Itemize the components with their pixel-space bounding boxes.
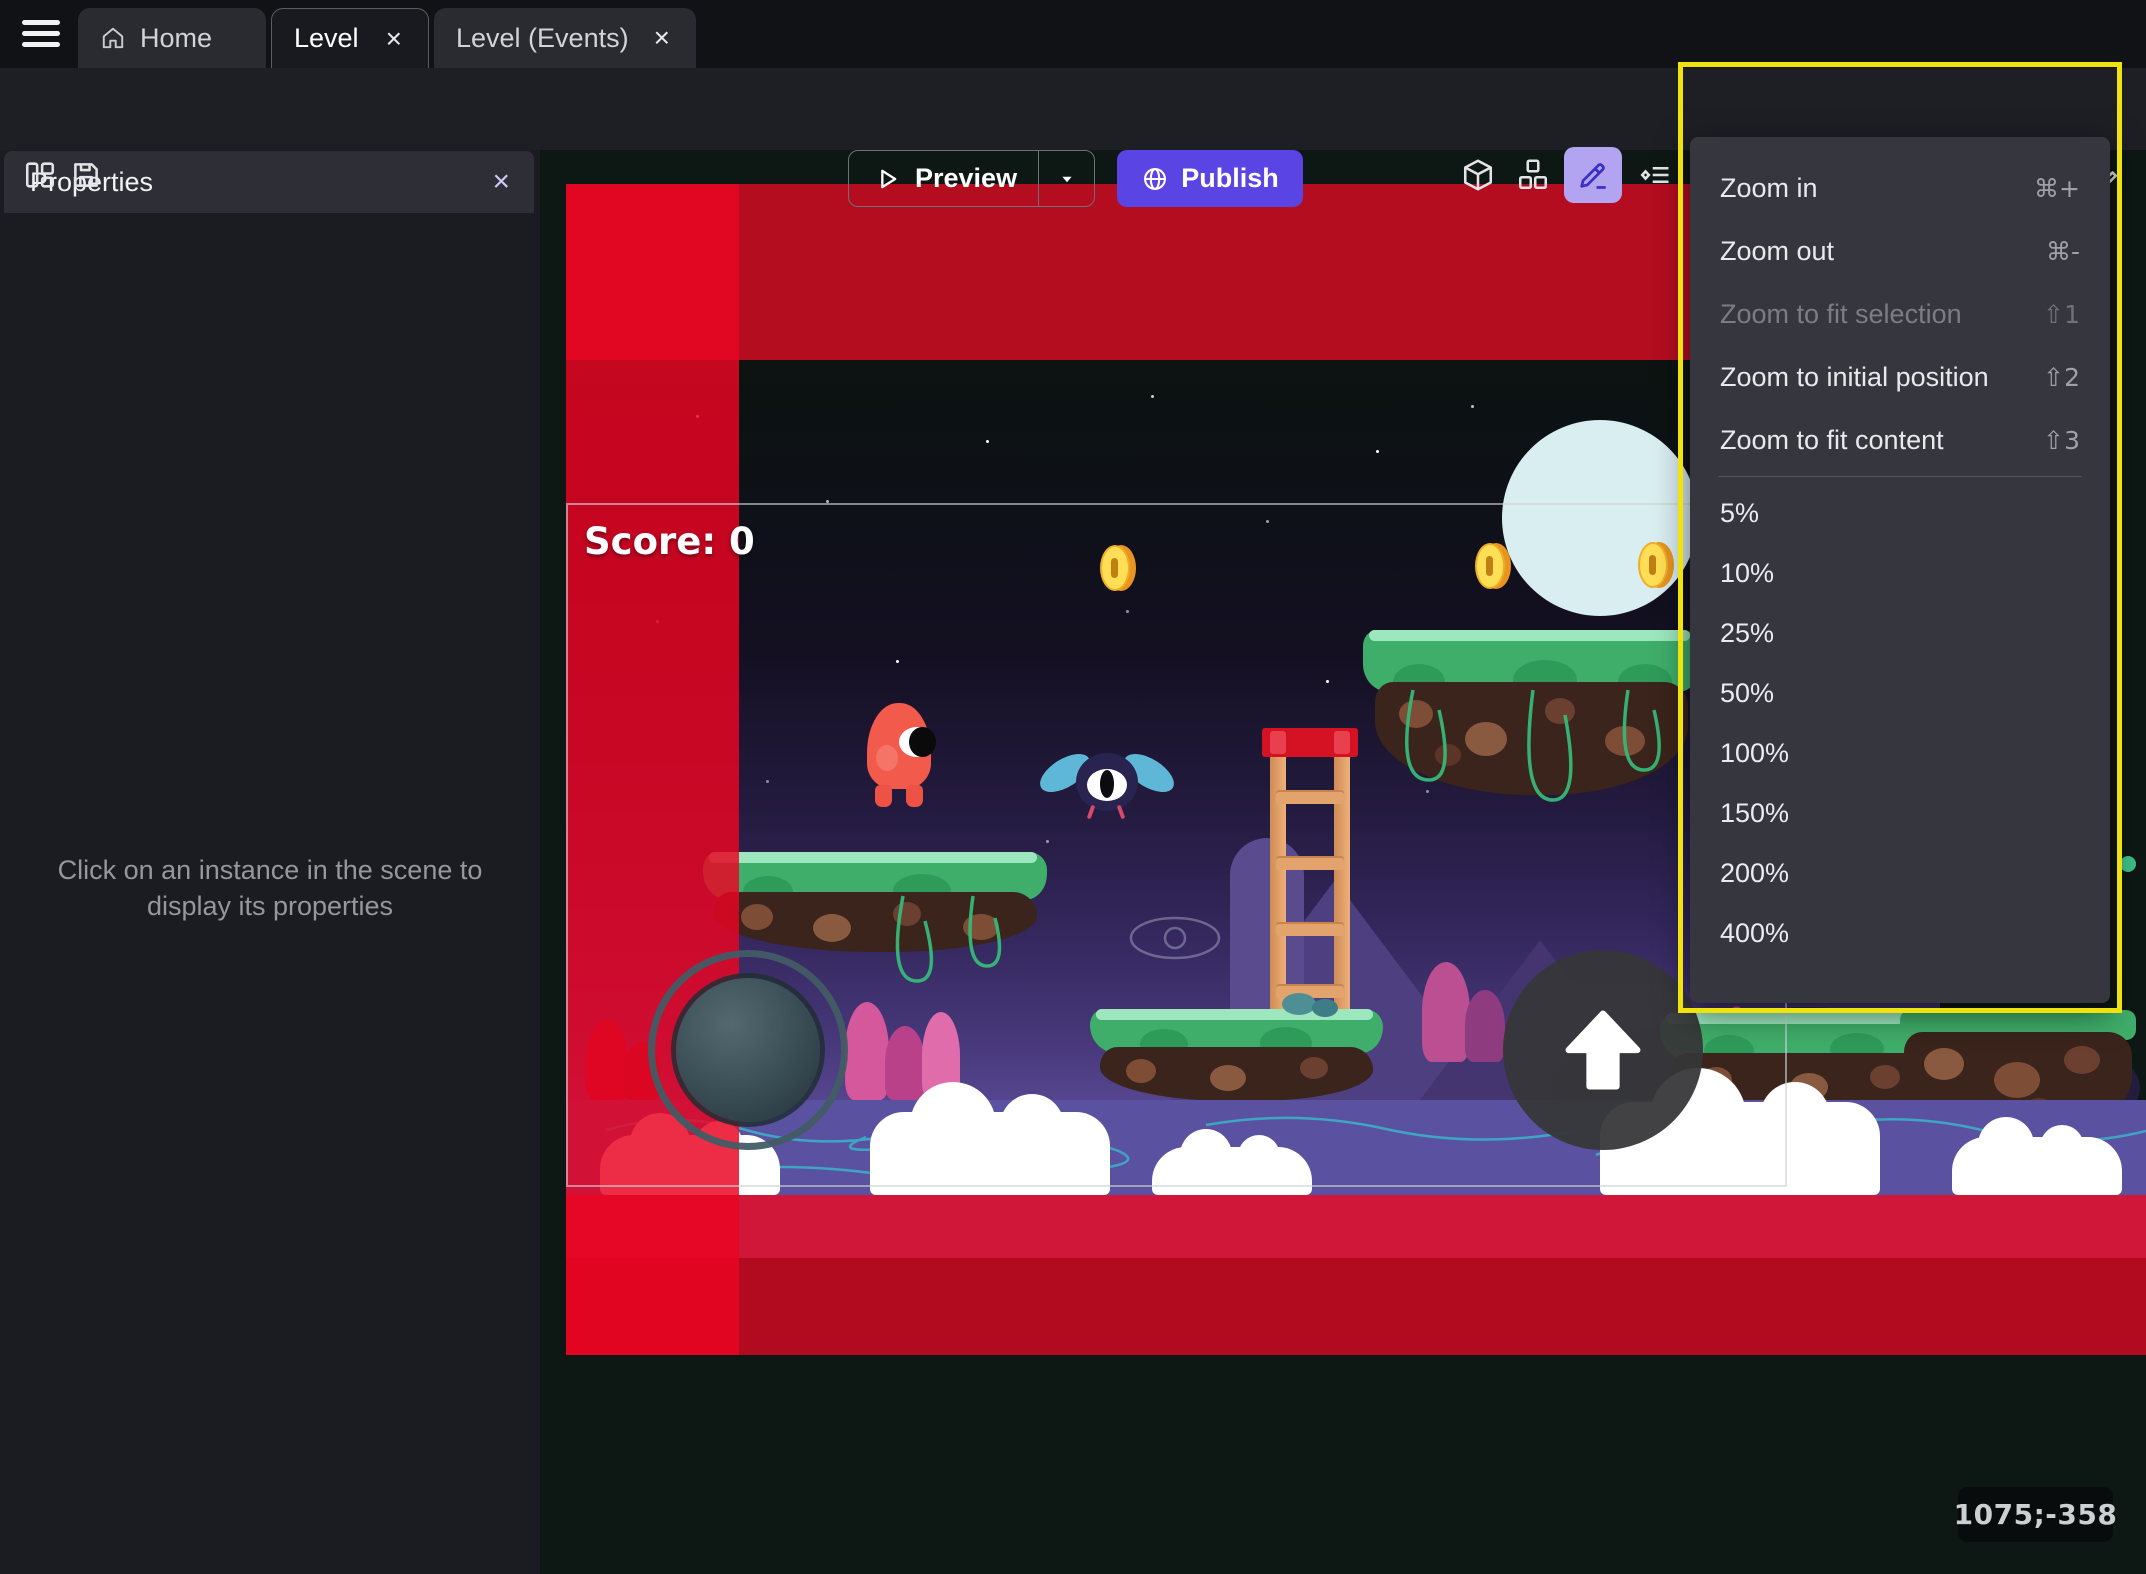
globe-icon [1144, 167, 1167, 190]
publish-label: Publish [1181, 163, 1279, 193]
menu-item-zoom-fit-selection: Zoom to fit selection ⇧1 [1720, 299, 2080, 329]
shortcut: ⇧1 [2043, 300, 2080, 329]
publish-button[interactable]: Publish [1117, 150, 1303, 207]
virtual-joystick-instance[interactable] [648, 950, 848, 1150]
shortcut: ⇧2 [2043, 363, 2080, 392]
play-icon [873, 165, 901, 193]
home-icon [102, 27, 124, 49]
tab-label: Level [294, 23, 359, 53]
close-panel-icon[interactable]: × [492, 165, 510, 199]
shortcut: ⌘- [2045, 237, 2080, 266]
layout-icon [25, 162, 55, 188]
cube-icon [1463, 159, 1493, 191]
tab-level-events[interactable]: Level (Events) × [434, 8, 696, 68]
menu-item-zoom-10[interactable]: 10% [1690, 543, 2110, 603]
properties-empty-message: Click on an instance in the scene to dis… [57, 855, 483, 921]
shortcut: ⌘+ [2034, 174, 2080, 203]
tab-label: Home [140, 22, 213, 53]
pencil-icon [1580, 163, 1606, 189]
tab-bar: Home Level × Level (Events) × [0, 0, 2146, 68]
close-tab-icon[interactable]: × [650, 24, 674, 52]
main-menu-button[interactable] [22, 18, 60, 50]
toggle-panels-button[interactable] [18, 153, 62, 197]
properties-panel: Properties × Click on an instance in the… [0, 150, 540, 1574]
menu-item-zoom-200[interactable]: 200% [1690, 843, 2110, 903]
green-item [2120, 856, 2136, 872]
menu-item-zoom-50[interactable]: 50% [1690, 663, 2110, 723]
menu-item-zoom-100[interactable]: 100% [1690, 723, 2110, 783]
menu-item-zoom-fit-content[interactable]: Zoom to fit content ⇧3 [1690, 409, 2110, 472]
menu-item-zoom-25[interactable]: 25% [1690, 603, 2110, 663]
score-text-instance[interactable]: Score: 0 [584, 520, 755, 563]
menu-item-zoom-5[interactable]: 5% [1690, 483, 2110, 543]
scene-bottom-crimson-bar[interactable] [566, 1195, 2146, 1258]
cursor-coordinates-badge: 1075;-358 [1954, 1487, 2117, 1542]
gdevelop-window: Home Level × Level (Events) × Preview Pu… [0, 0, 2146, 1574]
preview-label: Preview [915, 163, 1018, 193]
scene-bottom-dark-red-bar[interactable] [566, 1258, 2146, 1355]
tab-home[interactable]: Home [78, 8, 266, 68]
object-editor-button[interactable] [1456, 153, 1500, 197]
preview-options-button[interactable] [1038, 151, 1094, 206]
menu-item-zoom-out[interactable]: Zoom out ⌘- [1690, 220, 2110, 283]
blocks-icon [1518, 159, 1548, 190]
instance-list-icon [1640, 166, 1669, 184]
jump-button-instance[interactable] [1503, 950, 1703, 1150]
menu-item-zoom-400[interactable]: 400% [1690, 903, 2110, 963]
menu-item-zoom-in[interactable]: Zoom in ⌘+ [1690, 157, 2110, 220]
shortcut: ⇧3 [2043, 426, 2080, 455]
arrow-up-icon [1565, 1010, 1641, 1090]
instances-list-button[interactable] [1633, 153, 1677, 197]
save-button[interactable] [64, 153, 108, 197]
cloud [1952, 1117, 2122, 1195]
save-icon [74, 163, 98, 187]
menu-divider [1718, 476, 2082, 477]
tab-label: Level (Events) [456, 22, 629, 53]
preview-button[interactable]: Preview [848, 150, 1095, 207]
menu-item-zoom-150[interactable]: 150% [1690, 783, 2110, 843]
chevron-down-icon [1061, 176, 1072, 182]
close-tab-icon[interactable]: × [382, 24, 406, 53]
zoom-dropdown-menu: Zoom in ⌘+ Zoom out ⌘- Zoom to fit selec… [1690, 137, 2110, 1003]
tab-level[interactable]: Level × [271, 8, 429, 68]
edit-mode-button[interactable] [1564, 147, 1622, 203]
menu-item-zoom-initial-position[interactable]: Zoom to initial position ⇧2 [1690, 346, 2110, 409]
objects-list-button[interactable] [1511, 153, 1555, 197]
